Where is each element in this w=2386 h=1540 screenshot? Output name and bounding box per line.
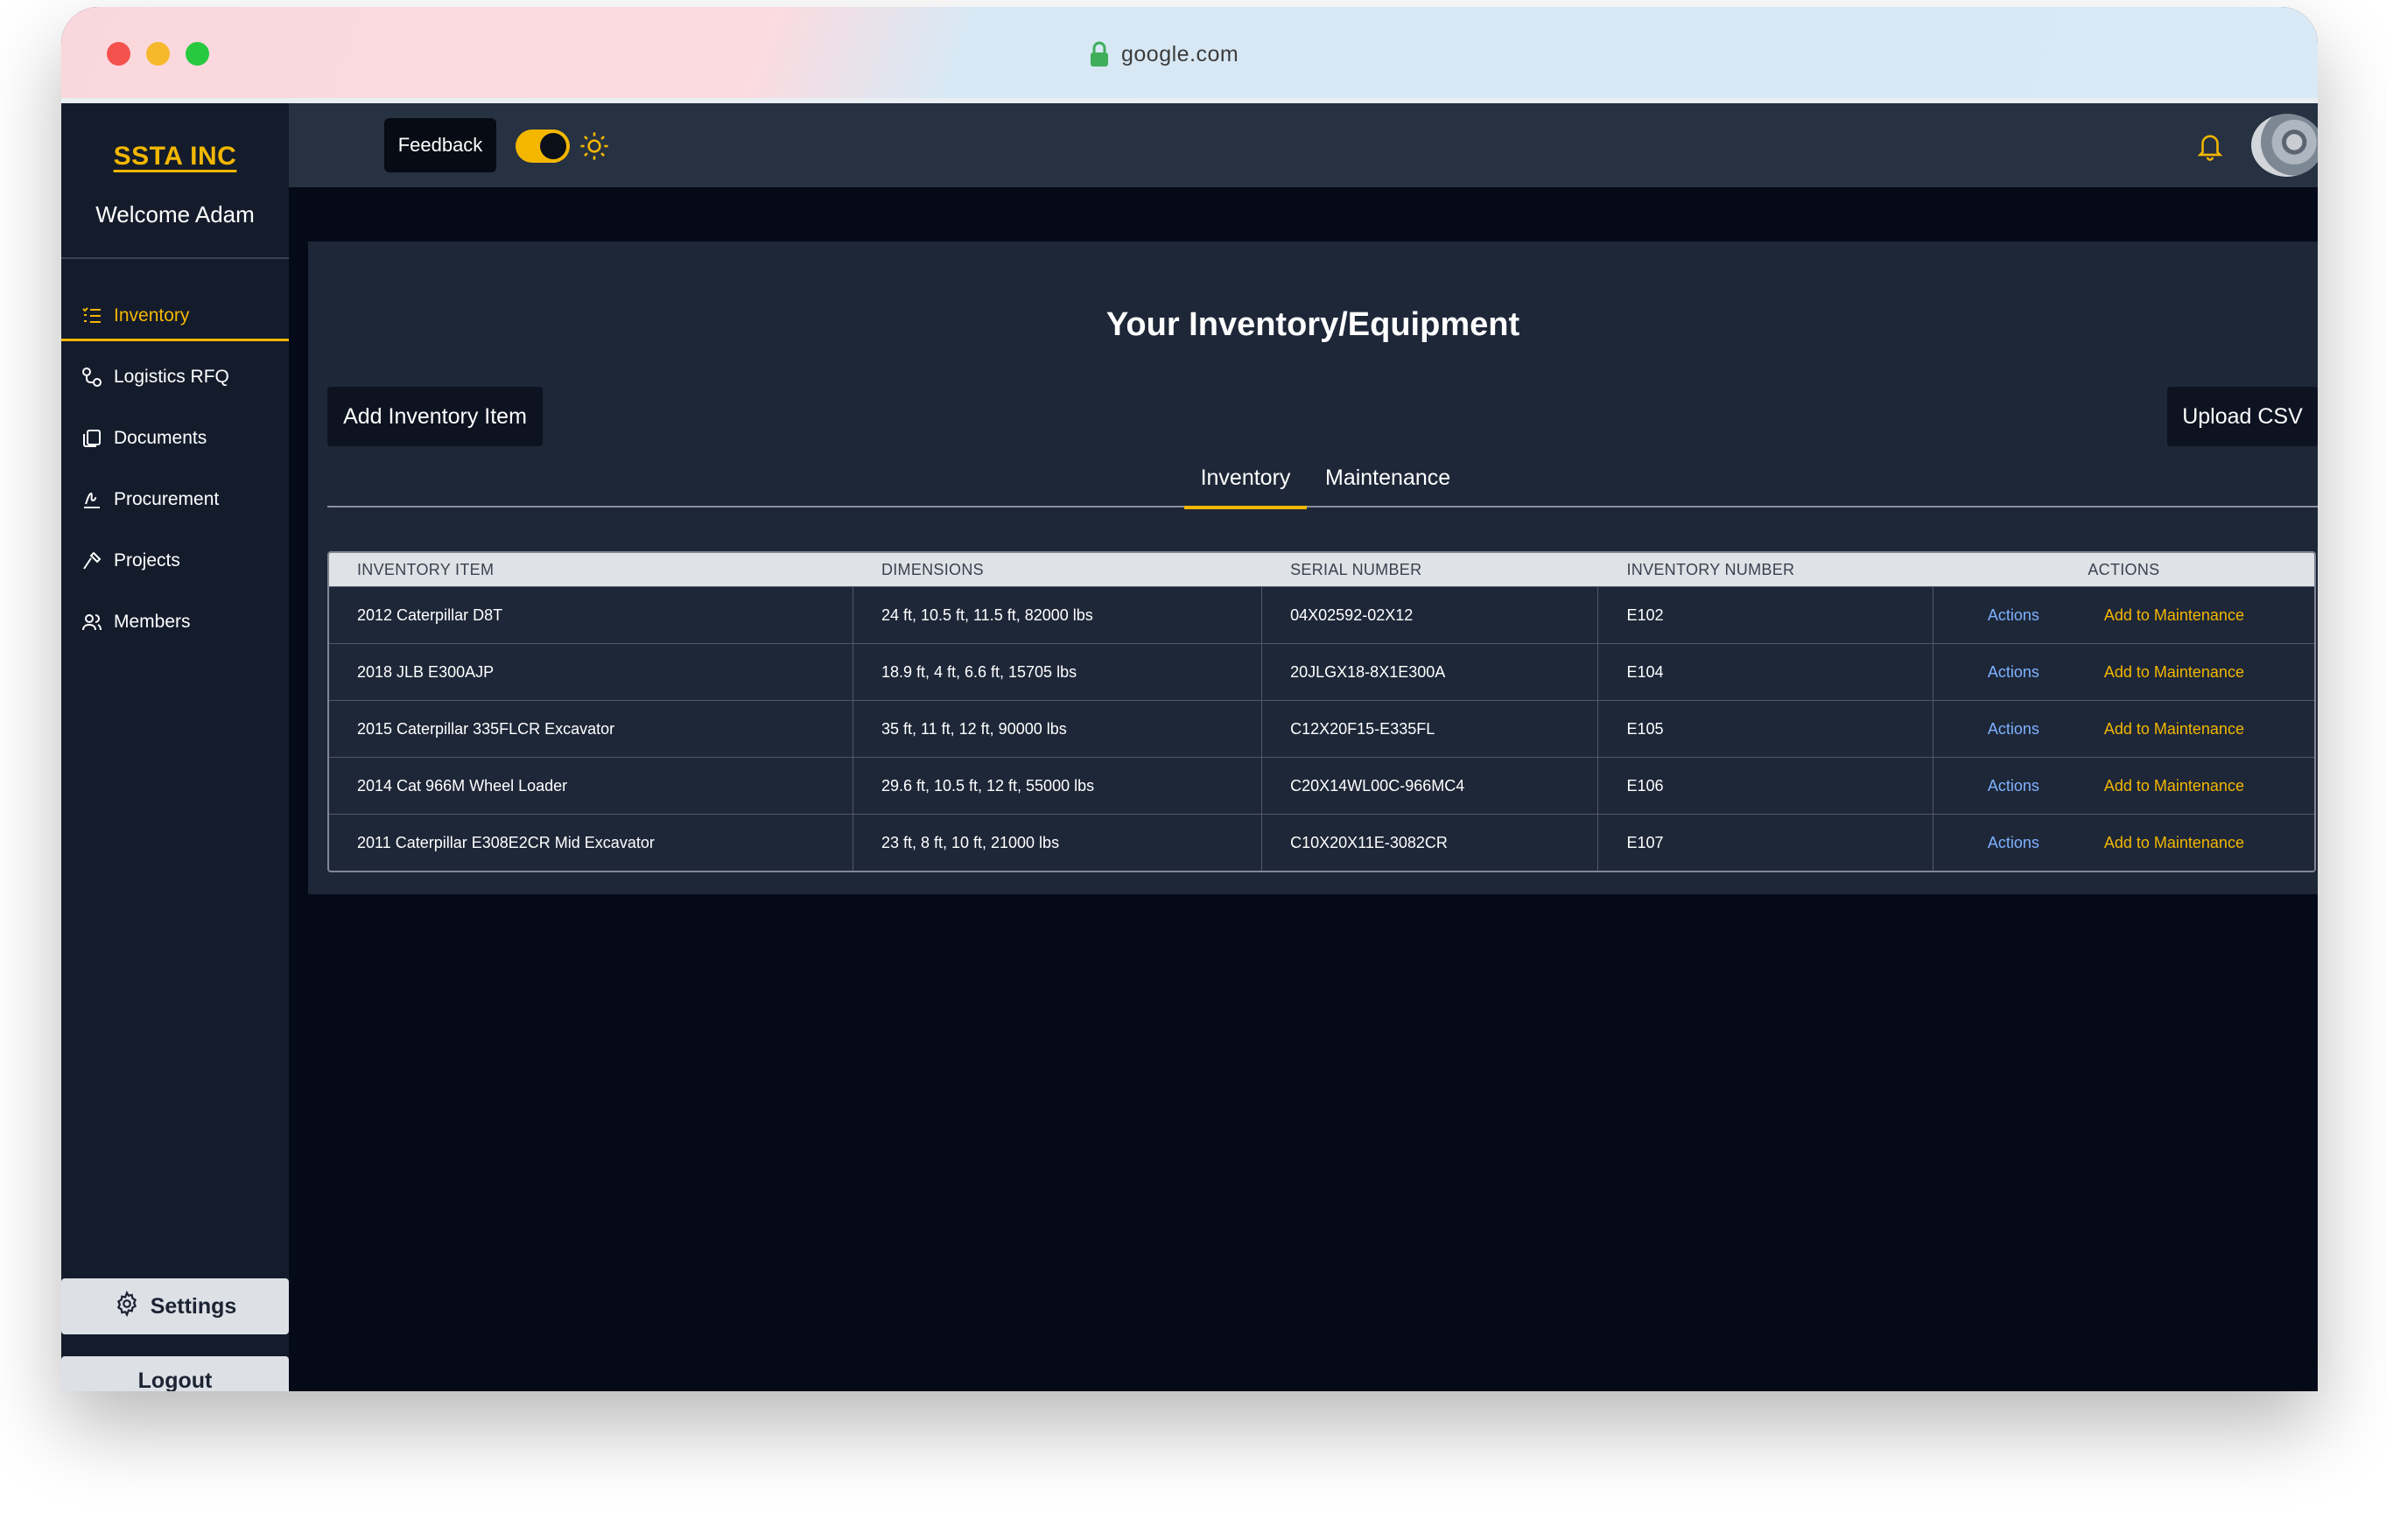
lock-icon xyxy=(1090,41,1109,67)
minimize-window-button[interactable] xyxy=(146,42,170,66)
tab-maintenance[interactable]: Maintenance xyxy=(1325,466,1450,491)
cell-dimensions: 18.9 ft, 4 ft, 6.6 ft, 15705 lbs xyxy=(853,644,1263,700)
tab-inventory[interactable]: Inventory xyxy=(1184,466,1307,509)
feedback-button[interactable]: Feedback xyxy=(384,118,496,172)
actions-link[interactable]: Actions xyxy=(1988,777,2039,795)
cell-inventory-item: 2014 Cat 966M Wheel Loader xyxy=(329,758,853,814)
brand-logo[interactable]: SSTA INC xyxy=(61,142,289,172)
table-row: 2011 Caterpillar E308E2CR Mid Excavator … xyxy=(329,814,2314,871)
add-to-maintenance-link[interactable]: Add to Maintenance xyxy=(2104,834,2244,852)
column-header-actions: ACTIONS xyxy=(2088,560,2160,578)
cell-serial-number: 20JLGX18-8X1E300A xyxy=(1262,644,1599,700)
documents-icon xyxy=(81,427,103,450)
bell-icon[interactable] xyxy=(2195,130,2225,163)
cell-serial-number: C12X20F15-E335FL xyxy=(1262,701,1599,757)
hammer-icon xyxy=(81,550,103,572)
sidebar-item-logistics-rfq[interactable]: Logistics RFQ xyxy=(61,346,289,408)
sidebar-item-label: Procurement xyxy=(114,489,220,509)
sidebar-item-procurement[interactable]: Procurement xyxy=(61,469,289,530)
browser-titlebar: google.com xyxy=(61,7,2318,98)
actions-link[interactable]: Actions xyxy=(1988,663,2039,682)
welcome-text: Welcome Adam xyxy=(95,201,255,228)
cell-inventory-number: E105 xyxy=(1598,701,1933,757)
sidebar-item-label: Members xyxy=(114,612,191,632)
sidebar-nav: Inventory Logistics RFQ Documents Procur… xyxy=(61,285,289,653)
cell-serial-number: C10X20X11E-3082CR xyxy=(1262,815,1599,871)
maximize-window-button[interactable] xyxy=(186,42,209,66)
cell-dimensions: 23 ft, 8 ft, 10 ft, 21000 lbs xyxy=(853,815,1263,871)
cell-serial-number: C20X14WL00C-966MC4 xyxy=(1262,758,1599,814)
cell-actions: Actions Add to Maintenance xyxy=(1933,587,2314,643)
cell-inventory-item: 2018 JLB E300AJP xyxy=(329,644,853,700)
sidebar-item-members[interactable]: Members xyxy=(61,592,289,653)
signature-icon xyxy=(81,488,103,511)
top-header: Feedback xyxy=(289,103,2318,187)
column-header-inventory-item: INVENTORY ITEM xyxy=(357,560,495,578)
sidebar-item-label: Logistics RFQ xyxy=(114,367,229,387)
table-row: 2012 Caterpillar D8T 24 ft, 10.5 ft, 11.… xyxy=(329,586,2314,643)
cell-dimensions: 24 ft, 10.5 ft, 11.5 ft, 82000 lbs xyxy=(853,587,1263,643)
cell-inventory-number: E107 xyxy=(1598,815,1933,871)
sidebar-item-label: Inventory xyxy=(114,305,190,326)
table-row: 2014 Cat 966M Wheel Loader 29.6 ft, 10.5… xyxy=(329,757,2314,814)
cell-inventory-number: E104 xyxy=(1598,644,1933,700)
sidebar-item-documents[interactable]: Documents xyxy=(61,408,289,469)
gear-icon xyxy=(114,1290,140,1323)
upload-csv-button[interactable]: Upload CSV xyxy=(2167,387,2318,446)
route-icon xyxy=(81,366,103,388)
close-window-button[interactable] xyxy=(107,42,130,66)
column-header-serial-number: SERIAL NUMBER xyxy=(1290,560,1422,578)
cell-actions: Actions Add to Maintenance xyxy=(1933,644,2314,700)
add-to-maintenance-link[interactable]: Add to Maintenance xyxy=(2104,777,2244,795)
cell-inventory-number: E106 xyxy=(1598,758,1933,814)
cell-dimensions: 29.6 ft, 10.5 ft, 12 ft, 55000 lbs xyxy=(853,758,1263,814)
column-header-dimensions: DIMENSIONS xyxy=(881,560,984,578)
inventory-panel: Your Inventory/Equipment Add Inventory I… xyxy=(308,242,2318,894)
sidebar-divider xyxy=(61,257,289,259)
add-to-maintenance-link[interactable]: Add to Maintenance xyxy=(2104,606,2244,625)
column-header-inventory-number: INVENTORY NUMBER xyxy=(1626,560,1795,578)
cell-actions: Actions Add to Maintenance xyxy=(1933,758,2314,814)
actions-link[interactable]: Actions xyxy=(1988,720,2039,738)
avatar[interactable] xyxy=(2251,114,2318,177)
sidebar-item-label: Documents xyxy=(114,428,207,448)
table-header: INVENTORY ITEM DIMENSIONS SERIAL NUMBER … xyxy=(329,553,2314,586)
cell-inventory-item: 2012 Caterpillar D8T xyxy=(329,587,853,643)
theme-toggle[interactable] xyxy=(516,130,570,163)
sidebar-item-inventory[interactable]: Inventory xyxy=(61,285,289,346)
actions-link[interactable]: Actions xyxy=(1988,606,2039,625)
app-root: SSTA INC Welcome Adam Inventory Logistic… xyxy=(61,103,2318,1391)
add-to-maintenance-link[interactable]: Add to Maintenance xyxy=(2104,663,2244,682)
cell-actions: Actions Add to Maintenance xyxy=(1933,815,2314,871)
sidebar: SSTA INC Welcome Adam Inventory Logistic… xyxy=(61,103,289,1391)
actions-link[interactable]: Actions xyxy=(1988,834,2039,852)
cell-inventory-item: 2011 Caterpillar E308E2CR Mid Excavator xyxy=(329,815,853,871)
cell-inventory-item: 2015 Caterpillar 335FLCR Excavator xyxy=(329,701,853,757)
users-icon xyxy=(81,611,103,634)
settings-button[interactable]: Settings xyxy=(61,1278,289,1334)
sidebar-item-label: Projects xyxy=(114,550,180,570)
cell-inventory-number: E102 xyxy=(1598,587,1933,643)
toggle-knob xyxy=(540,133,566,159)
cell-serial-number: 04X02592-02X12 xyxy=(1262,587,1599,643)
cell-actions: Actions Add to Maintenance xyxy=(1933,701,2314,757)
add-inventory-item-button[interactable]: Add Inventory Item xyxy=(327,387,543,446)
url-text: google.com xyxy=(1121,41,1239,66)
table-row: 2018 JLB E300AJP 18.9 ft, 4 ft, 6.6 ft, … xyxy=(329,643,2314,700)
table-row: 2015 Caterpillar 335FLCR Excavator 35 ft… xyxy=(329,700,2314,757)
sun-icon[interactable] xyxy=(579,131,609,161)
sidebar-item-projects[interactable]: Projects xyxy=(61,530,289,592)
browser-window: google.com SSTA INC Welcome Adam Invento… xyxy=(61,7,2318,1391)
settings-label: Settings xyxy=(150,1293,237,1319)
cell-dimensions: 35 ft, 11 ft, 12 ft, 90000 lbs xyxy=(853,701,1263,757)
inventory-table: INVENTORY ITEM DIMENSIONS SERIAL NUMBER … xyxy=(327,551,2316,872)
list-icon xyxy=(81,304,103,327)
logout-button[interactable]: Logout xyxy=(61,1356,289,1391)
inventory-tabs: Inventory Maintenance xyxy=(327,452,2318,509)
address-bar[interactable]: google.com xyxy=(1090,38,1239,70)
add-to-maintenance-link[interactable]: Add to Maintenance xyxy=(2104,720,2244,738)
page-title: Your Inventory/Equipment xyxy=(1105,306,1520,343)
